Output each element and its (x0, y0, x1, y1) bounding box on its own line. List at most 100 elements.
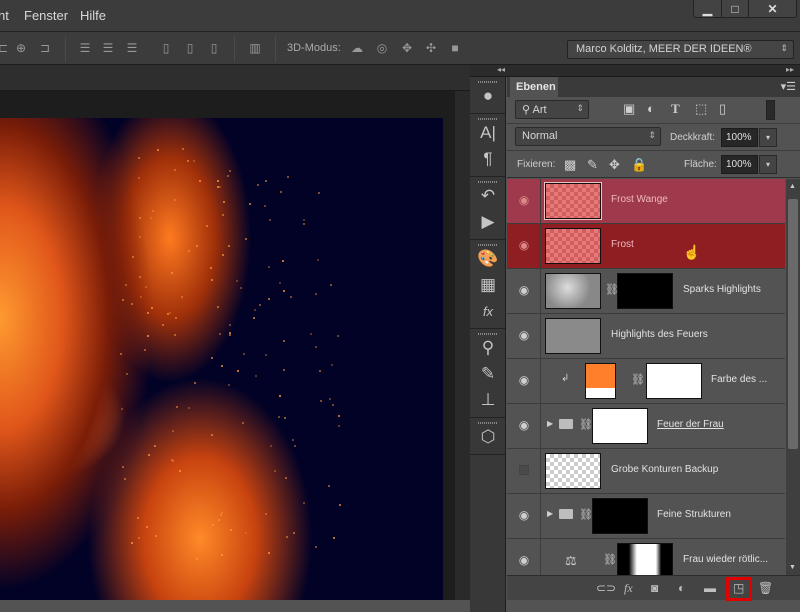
actions-icon[interactable]: ▶ (470, 209, 506, 235)
scale-3d-icon[interactable]: ■ (448, 40, 462, 57)
panel-menu-icon[interactable]: ▾☰ (781, 80, 796, 93)
maximize-button[interactable]: □ (721, 0, 748, 17)
layer-name[interactable]: Frost Wange (611, 194, 668, 205)
layer-name[interactable]: Grobe Konturen Backup (611, 464, 718, 475)
shape-filter-icon[interactable]: ⬚ (695, 101, 707, 117)
collapse-right-icon[interactable]: ▸▸ (786, 65, 794, 74)
layer-name[interactable]: Sparks Highlights (683, 284, 761, 295)
layer-name[interactable]: Farbe des ... (711, 374, 767, 385)
drag-3d-icon[interactable]: ✥ (400, 40, 414, 57)
layer-row[interactable]: Grobe Konturen Backup (507, 449, 785, 494)
slide-3d-icon[interactable]: ✣ (424, 40, 438, 57)
fx-icon[interactable]: fx (624, 581, 633, 596)
align-right-icon[interactable]: ⊐ (38, 40, 52, 57)
menu-item-hilfe[interactable]: Hilfe (80, 8, 106, 23)
adjustment-filter-icon[interactable]: ◐ (647, 101, 655, 116)
layer-row[interactable]: ◉ ⚖ ⛓ Frau wieder rötlic... (507, 539, 785, 575)
scroll-down-icon[interactable]: ▼ (789, 564, 796, 571)
smart-object-filter-icon[interactable]: ▯ (719, 101, 726, 117)
3d-icon[interactable]: ⬡ (470, 424, 506, 450)
menu-item-fenster[interactable]: Fenster (24, 8, 68, 23)
spark-particle (151, 306, 154, 309)
filter-kind-dropdown[interactable]: ⚲ Art ⇕ (515, 100, 589, 119)
visibility-toggle[interactable]: ◉ (507, 539, 541, 575)
distribute-bottom-icon[interactable]: ☰ (125, 40, 139, 57)
pixel-filter-icon[interactable]: ▣ (623, 101, 635, 117)
collapse-left-icon[interactable]: ◂◂ (497, 65, 505, 74)
link-layers-icon[interactable]: ⊂⊃ (596, 581, 616, 595)
distribute-left-icon[interactable]: ▯ (159, 40, 173, 57)
rotate-3d-icon[interactable]: ☁ (350, 40, 364, 57)
scroll-thumb[interactable] (788, 199, 798, 449)
tab-ebenen[interactable]: Ebenen (510, 77, 558, 97)
new-layer-icon[interactable]: ◳ (733, 581, 744, 595)
scroll-up-icon[interactable]: ▲ (789, 183, 796, 190)
auto-align-icon[interactable]: ▥ (248, 40, 262, 57)
layer-row[interactable]: ◉ Frost ☝ (507, 224, 785, 269)
lock-pixels-icon[interactable]: ✎ (587, 157, 598, 173)
visibility-toggle[interactable]: ◉ (507, 179, 541, 224)
brushes-icon[interactable]: ✎ (470, 361, 506, 387)
lock-transparency-icon[interactable]: ▩ (564, 157, 576, 173)
layer-row[interactable]: ◉ ▶ ⛓ Feuer der Frau (507, 404, 785, 449)
visibility-toggle[interactable]: ◉ (507, 404, 541, 449)
lock-position-icon[interactable]: ✥ (609, 157, 620, 173)
roll-3d-icon[interactable]: ◎ (375, 40, 389, 57)
align-bottom-icon[interactable]: ⊏ (0, 40, 10, 57)
distribute-hcenter-icon[interactable]: ▯ (183, 40, 197, 57)
layer-name[interactable]: Feine Strukturen (657, 509, 731, 520)
adjustment-layer-icon[interactable]: ◐ (678, 581, 685, 595)
clone-source-icon[interactable]: ⊥ (470, 387, 506, 413)
swatches-icon[interactable]: 🎨 (470, 246, 506, 272)
visibility-toggle[interactable]: ◉ (507, 314, 541, 359)
opacity-dropdown-button[interactable]: ▾ (759, 128, 777, 147)
expand-arrow-icon[interactable]: ▶ (547, 509, 553, 518)
expand-arrow-icon[interactable]: ▶ (547, 419, 553, 428)
spark-particle (121, 299, 124, 302)
opacity-field[interactable]: 100% (721, 128, 758, 147)
styles-icon[interactable]: fx (470, 298, 506, 324)
add-mask-icon[interactable]: ◙ (651, 581, 658, 595)
eye-icon: ◉ (518, 328, 530, 342)
layer-name[interactable]: Frau wieder rötlic... (683, 554, 768, 565)
filter-toggle-switch[interactable] (766, 100, 775, 120)
info-icon[interactable]: ● (470, 83, 506, 109)
fill-field[interactable]: 100% (721, 155, 758, 174)
visibility-toggle[interactable]: ◉ (507, 224, 541, 269)
layer-row[interactable]: ◉ ⛓ Sparks Highlights (507, 269, 785, 314)
layer-row[interactable]: ◉ ▶ ⛓ Feine Strukturen (507, 494, 785, 539)
delete-layer-icon[interactable]: 🗑 (758, 581, 773, 595)
visibility-toggle[interactable]: ◉ (507, 269, 541, 314)
layer-row[interactable]: ◉ ↲ ⛓ Farbe des ... (507, 359, 785, 404)
new-group-icon[interactable]: ▬ (704, 581, 716, 595)
distribute-right-icon[interactable]: ▯ (207, 40, 221, 57)
layer-name[interactable]: Feuer der Frau (657, 419, 724, 430)
type-filter-icon[interactable]: T (671, 101, 680, 117)
layers-scrollbar[interactable]: ▲ ▼ (786, 179, 800, 575)
visibility-toggle[interactable]: ◉ (507, 359, 541, 404)
workspace-dropdown[interactable]: Marco Kolditz, MEER DER IDEEN® ⇕ (567, 40, 794, 59)
document-canvas[interactable] (0, 118, 443, 600)
align-hcenter-icon[interactable]: ⊕ (14, 40, 28, 57)
paragraph-icon[interactable]: ¶ (470, 146, 506, 172)
canvas-scrollbar[interactable] (455, 91, 470, 600)
history-icon[interactable]: ↶ (470, 183, 506, 209)
layer-row[interactable]: ◉ Frost Wange (507, 179, 785, 224)
swatch-grid-icon[interactable]: ▦ (470, 272, 506, 298)
visibility-toggle[interactable]: ◉ (507, 494, 541, 539)
visibility-toggle[interactable] (507, 449, 541, 494)
brush-presets-icon[interactable]: ⚲ (470, 335, 506, 361)
layer-name[interactable]: Highlights des Feuers (611, 329, 708, 340)
layer-name[interactable]: Frost (611, 239, 634, 250)
lock-all-icon[interactable]: 🔒 (631, 157, 647, 173)
distribute-vcenter-icon[interactable]: ☰ (101, 40, 115, 57)
minimize-button[interactable]: ▁ (694, 0, 721, 17)
blend-mode-dropdown[interactable]: Normal ⇕ (515, 127, 661, 146)
fill-dropdown-button[interactable]: ▾ (759, 155, 777, 174)
hand-cursor-icon: ☝ (683, 244, 701, 260)
layer-row[interactable]: ◉ Highlights des Feuers (507, 314, 785, 359)
character-icon[interactable]: A| (470, 120, 506, 146)
close-button[interactable]: ✕ (748, 0, 796, 17)
distribute-top-icon[interactable]: ☰ (78, 40, 92, 57)
menu-item-edit[interactable]: nt (0, 8, 9, 23)
